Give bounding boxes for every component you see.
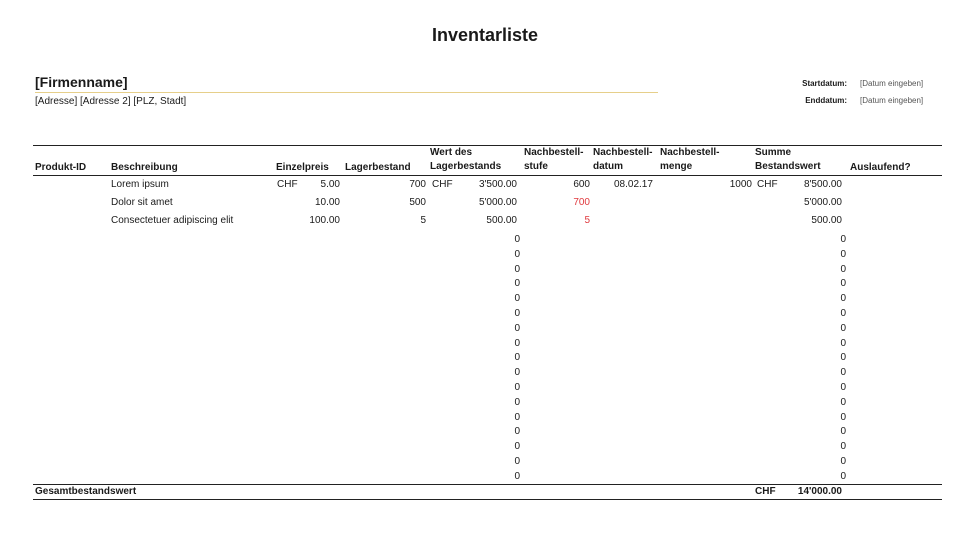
grand-total-value: 14'000.00	[797, 486, 842, 497]
cell-description[interactable]: Lorem ipsum	[111, 178, 169, 192]
company-address[interactable]: [Adresse] [Adresse 2] [PLZ, Stadt]	[35, 96, 186, 107]
header-description: Beschreibung	[111, 162, 178, 173]
cell-stock-value: 500.00	[486, 215, 517, 226]
cell-total-value: 500.00	[811, 215, 842, 226]
header-total-value: Summe Bestandswert	[755, 147, 821, 172]
cell-stock[interactable]: 500	[376, 196, 426, 210]
header-stock-value: Wert des Lagerbestands	[430, 147, 502, 172]
cell-stock-value: 0	[514, 293, 520, 305]
cell-stock-value: 0	[514, 352, 520, 364]
page-title: Inventarliste	[431, 25, 539, 45]
cell-total-value: 0	[840, 293, 846, 305]
cell-unit-price[interactable]: 10.00	[290, 196, 340, 210]
cell-total-value: 0	[840, 322, 846, 334]
company-name[interactable]: [Firmenname]	[35, 74, 128, 90]
company-underline	[35, 92, 658, 93]
cell-reorder-date[interactable]: 08.02.17	[614, 178, 653, 192]
header-bottom-rule	[33, 175, 942, 176]
cell-reorder-level[interactable]: 600	[540, 178, 590, 192]
end-date-label: Enddatum:	[805, 96, 847, 105]
cell-stock-value: 0	[514, 470, 520, 482]
cell-stock[interactable]: 5	[376, 214, 426, 228]
cell-total-value: 0	[840, 441, 846, 453]
cell-stock[interactable]: 700	[376, 178, 426, 192]
cell-total-value: 0	[840, 278, 846, 290]
start-date-label: Startdatum:	[802, 79, 847, 88]
cell-stock-value: 0	[514, 426, 520, 438]
cell-reorder-level-alert[interactable]: 5	[540, 214, 590, 228]
cell-total-value: 0	[840, 367, 846, 379]
cell-total-value: 0	[840, 470, 846, 482]
cell-reorder-qty[interactable]: 1000	[700, 178, 752, 192]
cell-stock-value: 0	[514, 337, 520, 349]
cell-total-value: 0	[840, 396, 846, 408]
cell-stock-value: 0	[514, 248, 520, 260]
cell-total-value: 0	[840, 382, 846, 393]
cell-total-value: 0	[840, 248, 846, 260]
cell-stock-value: 3'500.00	[478, 179, 517, 190]
cell-stock-value: 0	[514, 396, 520, 408]
cell-stock-value: 0	[514, 322, 520, 334]
cell-total-value: 0	[840, 456, 846, 467]
cell-reorder-level-alert[interactable]: 700	[540, 196, 590, 210]
cell-stock-value: 0	[514, 441, 520, 453]
cell-stock-value: 0	[514, 278, 520, 290]
cell-total-value: 0	[840, 352, 846, 364]
cell-stock-value: 0	[514, 308, 520, 319]
header-reorder-qty: Nachbestell-menge	[660, 147, 720, 172]
cell-description[interactable]: Dolor sit amet	[111, 196, 173, 210]
cell-stock-value: 0	[514, 411, 520, 423]
cell-total-value: 0	[840, 263, 846, 275]
cell-total-value: 5'000.00	[803, 197, 842, 208]
footer-top-rule	[33, 484, 942, 485]
cell-stock-value: 0	[514, 382, 520, 393]
cell-total-value: 0	[840, 234, 846, 245]
cell-stock-value: 0	[514, 263, 520, 275]
cell-total-value: 0	[840, 411, 846, 423]
header-stock: Lagerbestand	[345, 162, 411, 173]
header-reorder-level: Nachbestell-stufe	[524, 147, 584, 172]
footer-bottom-rule	[33, 499, 942, 500]
header-product-id: Produkt-ID	[35, 162, 87, 173]
header-discontinued: Auslaufend?	[850, 162, 911, 173]
cell-total-value: 8'500.00	[803, 179, 842, 190]
cell-unit-price[interactable]: 100.00	[290, 214, 340, 228]
cell-total-value: 0	[840, 426, 846, 438]
cell-total-value: 0	[840, 308, 846, 319]
cell-description[interactable]: Consectetuer adipiscing elit	[111, 214, 233, 228]
cell-stock-value: 5'000.00	[478, 197, 517, 208]
header-unit-price: Einzelpreis	[276, 162, 329, 173]
header-reorder-date: Nachbestell-datum	[593, 147, 653, 172]
cell-unit-price[interactable]: 5.00	[290, 178, 340, 192]
cell-stock-value: 0	[514, 234, 520, 245]
start-date-field[interactable]: [Datum eingeben]	[860, 79, 923, 88]
end-date-field[interactable]: [Datum eingeben]	[860, 96, 923, 105]
cell-stock-value: 0	[514, 367, 520, 379]
cell-stock-value: 0	[514, 456, 520, 467]
cell-total-value: 0	[840, 337, 846, 349]
grand-total-label: Gesamtbestandswert	[35, 486, 137, 497]
